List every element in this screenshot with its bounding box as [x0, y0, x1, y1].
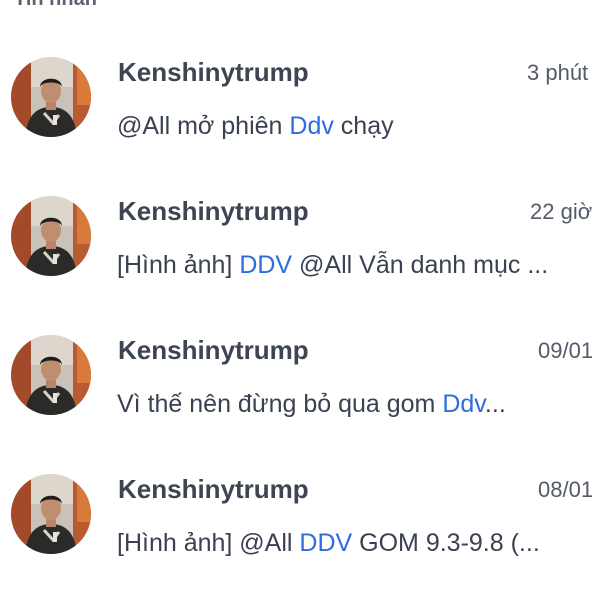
mention-link[interactable]: DDV [299, 529, 352, 557]
sender-name: Kenshinytrump [118, 196, 309, 226]
avatar[interactable] [11, 474, 91, 554]
mention-link[interactable]: Ddv [289, 112, 333, 140]
sender-name: Kenshinytrump [118, 335, 309, 365]
sender-name: Kenshinytrump [118, 474, 309, 504]
preview-text: @All Vẫn danh mục ... [292, 251, 549, 279]
user-avatar-image [11, 335, 91, 415]
avatar[interactable] [11, 196, 91, 276]
message-item[interactable]: Kenshinytrump 22 giờ [Hình ảnh] DDV @All… [0, 196, 600, 316]
preview-text: [Hình ảnh] [117, 251, 240, 279]
message-preview: @All mở phiên Ddv chạy [117, 109, 600, 143]
message-time: 09/01 [538, 338, 594, 363]
preview-text: @All mở phiên [117, 112, 290, 140]
avatar[interactable] [11, 335, 91, 415]
preview-text: chạy [333, 112, 394, 140]
message-list: Kenshinytrump 3 phút @All mở phiên Ddv c… [0, 0, 600, 600]
avatar[interactable] [11, 57, 91, 137]
message-preview: [Hình ảnh] @All DDV GOM 9.3-9.8 (... [117, 526, 600, 560]
message-time: 22 giờ [530, 199, 593, 224]
message-item[interactable]: Kenshinytrump 08/01 [Hình ảnh] @All DDV … [0, 474, 600, 594]
preview-text: ... [484, 390, 506, 418]
preview-text: GOM 9.3-9.8 (... [352, 529, 540, 557]
message-item[interactable]: Kenshinytrump 09/01 Vì thế nên đừng bỏ q… [0, 335, 600, 455]
message-time: 08/01 [538, 477, 594, 502]
mention-link[interactable]: Ddv [442, 390, 485, 418]
message-preview: [Hình ảnh] DDV @All Vẫn danh mục ... [117, 248, 600, 282]
user-avatar-image [11, 196, 91, 276]
preview-text: [Hình ảnh] @All [117, 529, 300, 557]
message-preview: Vì thế nên đừng bỏ qua gom Ddv... [117, 387, 600, 421]
message-time: 3 phút [527, 60, 589, 85]
user-avatar-image [11, 57, 91, 137]
sender-name: Kenshinytrump [118, 57, 309, 87]
user-avatar-image [11, 474, 91, 554]
mention-link[interactable]: DDV [239, 251, 292, 279]
preview-text: Vì thế nên đừng bỏ qua gom [117, 390, 443, 418]
message-item[interactable]: Kenshinytrump 3 phút @All mở phiên Ddv c… [0, 57, 600, 177]
